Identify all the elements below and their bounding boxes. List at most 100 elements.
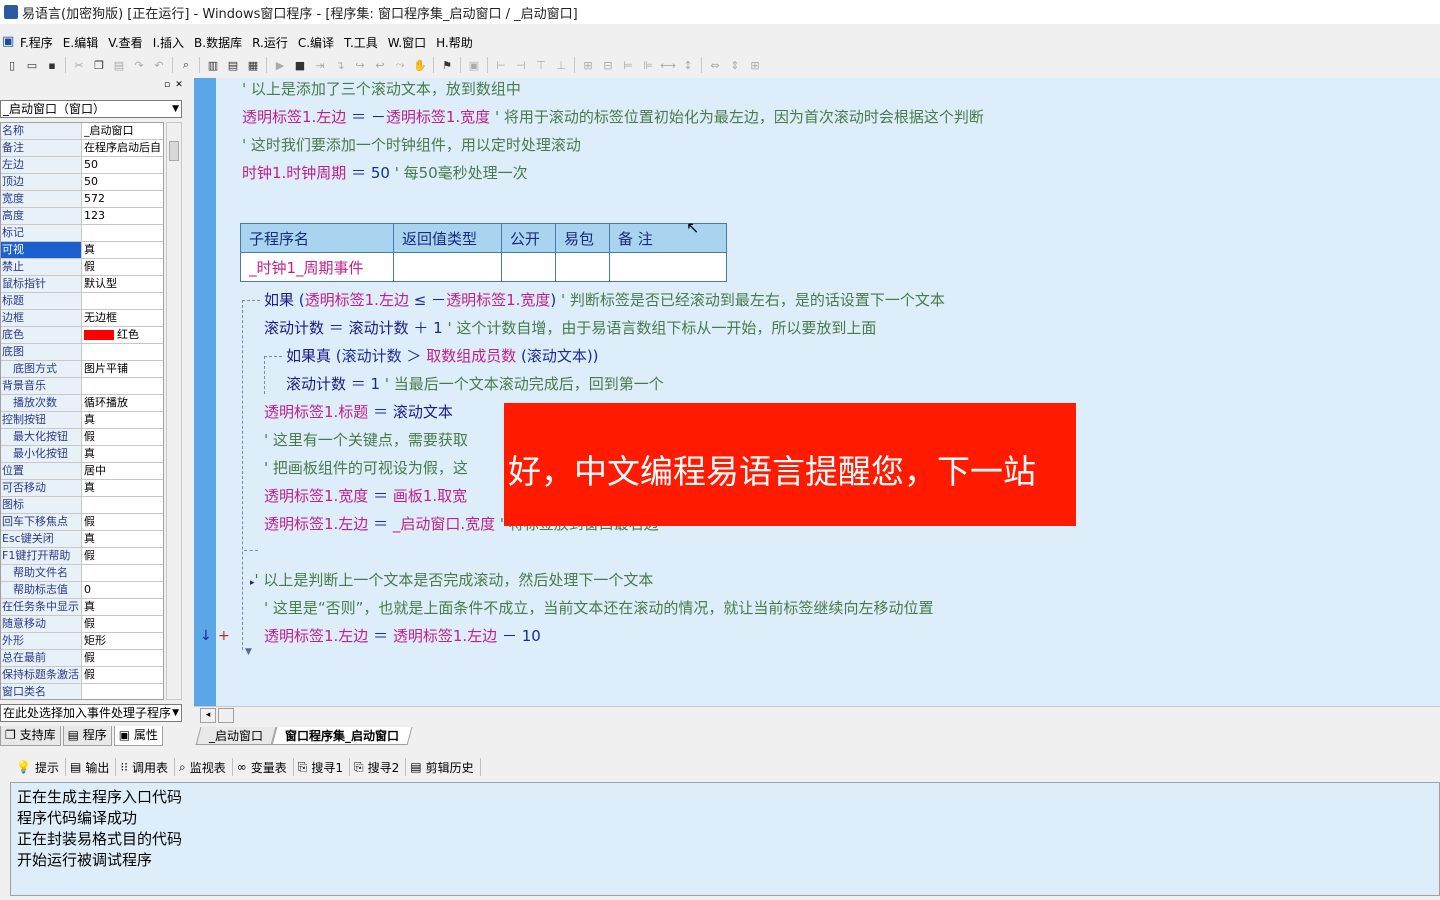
property-row[interactable]: 控制按钮真	[1, 412, 163, 429]
align-bottom-icon[interactable]: ⊥	[553, 57, 569, 73]
property-scrollbar[interactable]	[166, 122, 182, 700]
undo-icon[interactable]: ↶	[151, 57, 167, 73]
object-selector[interactable]: _启动窗口（窗口） ▼	[0, 100, 182, 118]
property-row[interactable]: 播放次数 循环播放	[1, 395, 163, 412]
property-value[interactable]: 50	[82, 174, 163, 190]
space-h-icon[interactable]: ⊨	[620, 57, 636, 73]
code-line[interactable]: ' 这时我们要添加一个时钟组件，用以定时处理滚动	[242, 135, 581, 155]
property-row[interactable]: 鼠标指针 默认型	[1, 276, 163, 293]
step-over-icon[interactable]: ↪	[352, 57, 368, 73]
property-row[interactable]: 最小化按钮真	[1, 446, 163, 463]
tab-startup-window[interactable]: _启动窗口	[195, 727, 277, 745]
property-value[interactable]	[82, 684, 163, 699]
same-width-icon[interactable]: ⟷	[660, 57, 676, 73]
step-into-icon[interactable]: ↴	[332, 57, 348, 73]
property-row[interactable]: 可否移动真	[1, 480, 163, 497]
property-row[interactable]: 标题	[1, 293, 163, 310]
property-value[interactable]: 假	[82, 259, 163, 275]
property-value-color[interactable]: 红色	[82, 327, 163, 343]
add-line-icon[interactable]: +	[218, 626, 230, 646]
property-value[interactable]: 真	[82, 412, 163, 428]
property-value[interactable]: 循环播放	[82, 395, 163, 411]
property-row[interactable]: F1键打开帮助假	[1, 548, 163, 565]
step-out-icon[interactable]: ↩	[372, 57, 388, 73]
property-row[interactable]: 随意移动假	[1, 616, 163, 633]
remark-cell[interactable]	[609, 252, 727, 282]
scroll-thumb[interactable]	[218, 708, 234, 723]
property-row[interactable]: 保持标题条激活假	[1, 667, 163, 684]
dropdown-arrow-icon[interactable]: ▼	[172, 101, 179, 117]
property-value[interactable]: 在程序启动后自	[82, 140, 163, 156]
property-value[interactable]: 假	[82, 650, 163, 666]
property-row[interactable]: Esc键关闭真	[1, 531, 163, 548]
marquee-window[interactable]: 好，中文编程易语言提醒您，下一站	[504, 403, 1076, 526]
property-row[interactable]: 回车下移焦点假	[1, 514, 163, 531]
layout1-icon[interactable]: ▥	[205, 57, 221, 73]
tab-properties[interactable]: ▣ 属性	[113, 726, 163, 746]
code-line[interactable]: ' 把画板组件的可视设为假，这	[264, 458, 468, 478]
property-value[interactable]	[82, 293, 163, 309]
property-value[interactable]	[82, 565, 163, 581]
epackage-cell[interactable]	[555, 252, 610, 282]
run-icon[interactable]: ▶	[272, 57, 288, 73]
property-row[interactable]: 最大化按钮假	[1, 429, 163, 446]
menu-compile[interactable]: C.编译	[298, 34, 334, 51]
property-row[interactable]: 边框 无边框	[1, 310, 163, 327]
tab-clipboard-history[interactable]: ▤ 剪辑历史	[406, 758, 481, 776]
code-line[interactable]: 如果真 (滚动计数 ＞ 取数组成员数 (滚动文本))	[286, 346, 599, 366]
copy-icon[interactable]: ❐	[91, 57, 107, 73]
property-row[interactable]: 备注 在程序启动后自	[1, 140, 163, 157]
size-h-icon[interactable]: ⇔	[707, 57, 723, 73]
property-row[interactable]: 总在最前假	[1, 650, 163, 667]
property-row[interactable]: 禁止假	[1, 259, 163, 276]
menu-help[interactable]: H.帮助	[436, 34, 473, 51]
menu-tools[interactable]: T.工具	[344, 34, 378, 51]
public-cell[interactable]	[501, 252, 556, 282]
open-folder-icon[interactable]: ▭	[24, 57, 40, 73]
property-value[interactable]: 假	[82, 514, 163, 530]
property-row[interactable]: 帮助标志值 0	[1, 582, 163, 599]
tab-call-table[interactable]: ⁝⁝ 调用表	[116, 758, 175, 776]
code-line[interactable]: 滚动计数 ＝ 滚动计数 ＋ 1 ' 这个计数自增，由于易语言数组下标从一开始，所…	[264, 318, 876, 338]
property-row[interactable]: 可视真	[1, 242, 163, 259]
layout2-icon[interactable]: ▤	[225, 57, 241, 73]
property-value[interactable]	[82, 344, 163, 360]
property-row[interactable]: 在任务条中显示真	[1, 599, 163, 616]
property-value[interactable]: 0	[82, 582, 163, 598]
space-v-icon[interactable]: ⊫	[640, 57, 656, 73]
code-editor[interactable]: ' 以上是添加了三个滚动文本，放到数组中 透明标签1.左边 ＝ －透明标签1.宽…	[194, 78, 1440, 706]
menu-logo-icon[interactable]: ▣	[2, 35, 16, 49]
redo-icon[interactable]: ↷	[131, 57, 147, 73]
cut-icon[interactable]: ✂	[71, 57, 87, 73]
property-row[interactable]: 外形 矩形	[1, 633, 163, 650]
menu-insert[interactable]: I.插入	[153, 34, 184, 51]
menu-edit[interactable]: E.编辑	[63, 34, 98, 51]
code-line[interactable]: 时钟1.时钟周期 ＝ 50 ' 每50毫秒处理一次	[242, 163, 528, 183]
step-icon[interactable]: ⇥	[312, 57, 328, 73]
property-value[interactable]: 默认型	[82, 276, 163, 292]
property-value[interactable]: 真	[82, 446, 163, 462]
tab-variables[interactable]: ∞ 变量表	[233, 758, 294, 776]
find-icon[interactable]: ⌕	[178, 57, 194, 73]
code-line[interactable]: ' 这里有一个关键点，需要获取	[264, 430, 468, 450]
code-line[interactable]: 透明标签1.左边 ＝ －透明标签1.宽度 ' 将用于滚动的标签位置初始化为最左边…	[242, 107, 984, 127]
property-value[interactable]: 123	[82, 208, 163, 224]
property-value[interactable]: 真	[82, 242, 163, 258]
save-icon[interactable]: ▪	[44, 57, 60, 73]
property-row[interactable]: 底色 红色	[1, 327, 163, 344]
sub-name-cell[interactable]: _时钟1_周期事件	[240, 252, 394, 282]
property-value[interactable]: _启动窗口	[82, 123, 163, 139]
code-line[interactable]: 透明标签1.标题 ＝ 滚动文本	[264, 402, 453, 422]
paste-icon[interactable]: ▤	[111, 57, 127, 73]
align-left-icon[interactable]: ⊢	[493, 57, 509, 73]
property-row[interactable]: 位置 居中	[1, 463, 163, 480]
property-row[interactable]: 底图方式 图片平铺	[1, 361, 163, 378]
property-row[interactable]: 背景音乐	[1, 378, 163, 395]
property-row[interactable]: 图标	[1, 497, 163, 514]
property-row[interactable]: 高度 123	[1, 208, 163, 225]
property-value[interactable]: 572	[82, 191, 163, 207]
new-file-icon[interactable]: ▯	[4, 57, 20, 73]
tab-window-assembly[interactable]: 窗口程序集_启动窗口	[271, 727, 413, 745]
dropdown-arrow-icon[interactable]: ▼	[172, 705, 179, 721]
center-v-icon[interactable]: ⊟	[600, 57, 616, 73]
